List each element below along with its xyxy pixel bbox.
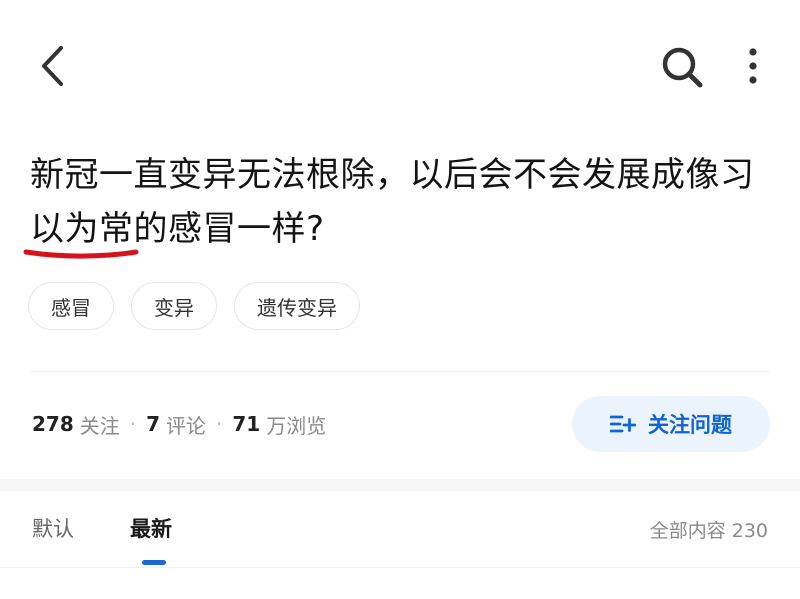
question-title: 新冠一直变异无法根除，以后会不会发展成像习以为常的感冒一样? <box>30 155 755 249</box>
chevron-left-icon <box>42 46 63 86</box>
sort-bar: 默认 最新 全部内容 230 <box>0 491 800 567</box>
divider <box>0 567 800 568</box>
active-tab-indicator <box>142 560 166 565</box>
back-button[interactable] <box>30 38 80 94</box>
followers-count: 278 <box>32 412 74 436</box>
follow-list-plus-icon <box>610 415 636 433</box>
comments-label[interactable]: 评论 <box>166 410 206 439</box>
followers-label: 关注 <box>79 413 120 438</box>
stat-separator: · <box>129 412 137 436</box>
section-separator <box>0 479 800 491</box>
stat-separator: · <box>216 412 223 436</box>
question-stats: 278 关注 · 7 评论 · 71 万浏览 <box>32 408 326 440</box>
tag-ganmao[interactable]: 感冒 <box>28 282 114 330</box>
views-label: 万浏览 <box>266 413 327 438</box>
comments-count: 7 <box>146 412 161 436</box>
tag-bianyi[interactable]: 变异 <box>131 282 217 330</box>
tab-default[interactable]: 默认 <box>32 513 74 543</box>
all-content-count[interactable]: 全部内容 230 <box>650 516 768 543</box>
more-vertical-icon <box>749 48 757 84</box>
top-bar <box>0 0 800 130</box>
tag-yichuan-bianyi[interactable]: 遗传变异 <box>234 282 360 330</box>
views-count: 71 <box>232 412 261 436</box>
divider <box>30 371 770 372</box>
search-icon <box>662 47 703 88</box>
follow-question-label: 关注问题 <box>648 413 732 437</box>
tab-latest[interactable]: 最新 <box>130 513 172 543</box>
search-button[interactable] <box>655 38 711 94</box>
topic-tags: 感冒 变异 遗传变异 <box>28 282 360 330</box>
follow-question-button[interactable]: 关注问题 <box>572 396 770 452</box>
more-options-button[interactable] <box>733 38 773 94</box>
